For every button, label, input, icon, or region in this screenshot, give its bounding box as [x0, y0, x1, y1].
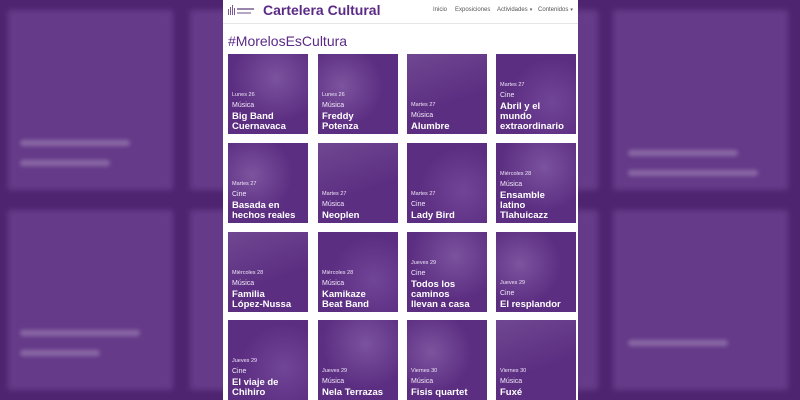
- event-title: Abril y el mundo extraordinario: [500, 102, 574, 132]
- event-date: Viernes 30: [500, 368, 527, 374]
- event-card[interactable]: Martes 27 Cine Basada en hechos reales: [228, 143, 308, 223]
- event-date: Lunes 26: [232, 92, 255, 98]
- event-title: Todos los caminos llevan a casa: [411, 280, 485, 310]
- event-date: Jueves 29: [322, 368, 348, 374]
- event-category: Música: [322, 201, 345, 208]
- event-category: Música: [232, 102, 255, 109]
- event-category: Música: [411, 378, 434, 385]
- nav-label: Actividades: [497, 7, 528, 13]
- event-category: Música: [322, 378, 345, 385]
- event-title: Nela Terrazas: [322, 388, 396, 398]
- event-card[interactable]: Martes 27 Cine Abril y el mundo extraordinar…: [496, 54, 576, 134]
- event-card[interactable]: Martes 27 Música Neoplen: [318, 143, 398, 223]
- event-title-line: Alumbre: [411, 121, 450, 132]
- nav-contenidos[interactable]: Contenidos ▾: [538, 7, 573, 13]
- event-title-line: Lady Bird: [411, 210, 455, 221]
- event-date: Jueves 29: [411, 260, 437, 266]
- event-category: Música: [500, 181, 523, 188]
- event-category: Cine: [232, 368, 247, 375]
- event-card[interactable]: Lunes 26 Música Freddy Potenza: [318, 54, 398, 134]
- event-card[interactable]: Jueves 29 Música Nela Terrazas: [318, 320, 398, 400]
- event-title-line: Cuernavaca: [232, 121, 286, 132]
- event-title-line: Beat Band: [322, 299, 369, 310]
- event-title-line: Fuxé: [500, 387, 523, 398]
- event-card[interactable]: Jueves 29 Cine El viaje de Chihiro: [228, 320, 308, 400]
- event-category: Música: [232, 280, 255, 287]
- nav-actividades[interactable]: Actividades ▾: [497, 7, 532, 13]
- event-category: Música: [411, 112, 434, 119]
- event-date: Miércoles 28: [232, 270, 264, 276]
- event-title-line: Chihiro: [232, 387, 266, 398]
- event-date: Miércoles 28: [500, 171, 532, 177]
- event-category: Cine: [411, 270, 426, 277]
- event-title: Big Band Cuernavaca: [232, 112, 306, 132]
- event-title: Familia López-Nussa: [232, 290, 306, 310]
- event-category: Cine: [500, 92, 515, 99]
- event-title: Freddy Potenza: [322, 112, 396, 132]
- event-date: Martes 27: [322, 191, 347, 197]
- blurred-backdrop-right: [578, 0, 800, 400]
- nav-label: Inicio: [433, 7, 448, 13]
- event-category: Cine: [232, 191, 247, 198]
- event-card[interactable]: Jueves 29 Cine El resplandor: [496, 232, 576, 312]
- nav-label: Contenidos: [538, 7, 569, 13]
- event-category: Música: [322, 102, 345, 109]
- event-title-line: hechos reales: [232, 210, 296, 221]
- event-category: Música: [322, 280, 345, 287]
- event-date: Jueves 29: [232, 358, 258, 364]
- event-category: Cine: [500, 290, 515, 297]
- event-title-line: extraordinario: [500, 121, 564, 132]
- top-navbar: Cartelera Cultural Inicio Exposiciones A…: [223, 0, 578, 24]
- nav-inicio[interactable]: Inicio: [433, 7, 447, 13]
- event-title: Fuxé: [500, 388, 574, 398]
- event-date: Lunes 26: [322, 92, 345, 98]
- event-date: Martes 27: [411, 191, 436, 197]
- event-category: Cine: [411, 201, 426, 208]
- event-date: Jueves 29: [500, 280, 526, 286]
- event-card[interactable]: Miércoles 28 Música Ensamble latino Tlahuica…: [496, 143, 576, 223]
- event-title-line: Potenza: [322, 121, 359, 132]
- event-card[interactable]: Viernes 30 Música Fisis quartet: [407, 320, 487, 400]
- event-title: El resplandor: [500, 300, 574, 310]
- event-card[interactable]: Martes 27 Cine Lady Bird: [407, 143, 487, 223]
- event-card[interactable]: Miércoles 28 Música Kamikaze Beat Band: [318, 232, 398, 312]
- event-card[interactable]: Martes 27 Música Alumbre: [407, 54, 487, 134]
- blurred-backdrop-left: [0, 0, 223, 400]
- event-date: Martes 27: [232, 181, 257, 187]
- event-title-line: Fisis quartet: [411, 387, 468, 398]
- event-card[interactable]: Miércoles 28 Música Familia López-Nussa: [228, 232, 308, 312]
- hashtag-heading: #MorelosEsCultura: [228, 33, 348, 49]
- nav-label: Exposiciones: [455, 7, 491, 13]
- event-title-line: Tlahuicazz: [500, 210, 549, 221]
- event-title-line: López-Nussa: [232, 299, 292, 310]
- event-title-line: El resplandor: [500, 299, 561, 310]
- event-title: Basada en hechos reales: [232, 201, 306, 221]
- event-category: Música: [500, 378, 523, 385]
- nav-exposiciones[interactable]: Exposiciones: [455, 7, 490, 13]
- event-title-line: Neoplen: [322, 210, 360, 221]
- event-title: Ensamble latino Tlahuicazz: [500, 191, 574, 221]
- event-title: Kamikaze Beat Band: [322, 290, 396, 310]
- event-title: Alumbre: [411, 122, 485, 132]
- event-date: Miércoles 28: [322, 270, 354, 276]
- event-card[interactable]: Jueves 29 Cine Todos los caminos llevan a ca…: [407, 232, 487, 312]
- event-title: Lady Bird: [411, 211, 485, 221]
- chevron-down-icon: ▾: [529, 7, 533, 13]
- event-title-line: llevan a casa: [411, 299, 470, 310]
- event-title: El viaje de Chihiro: [232, 378, 306, 398]
- event-title: Neoplen: [322, 211, 396, 221]
- event-title: Fisis quartet: [411, 388, 485, 398]
- event-card[interactable]: Lunes 26 Música Big Band Cuernavaca: [228, 54, 308, 134]
- chevron-down-icon: ▾: [570, 7, 573, 13]
- event-title-line: Nela Terrazas: [322, 387, 384, 398]
- event-card[interactable]: Viernes 30 Música Fuxé: [496, 320, 576, 400]
- event-date: Martes 27: [500, 82, 525, 88]
- main-nav: Inicio Exposiciones Actividades ▾ Conteni…: [223, 7, 578, 19]
- event-date: Viernes 30: [411, 368, 438, 374]
- event-date: Martes 27: [411, 102, 436, 108]
- cartelera-page: Cartelera Cultural Inicio Exposiciones A…: [223, 0, 578, 400]
